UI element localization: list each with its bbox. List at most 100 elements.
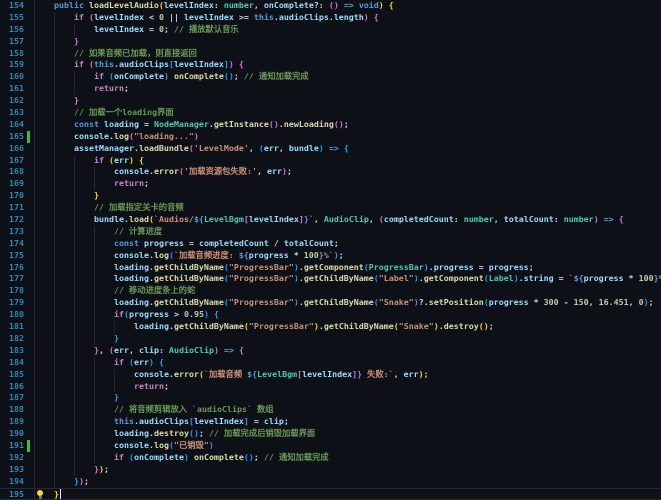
line-number[interactable]: 164	[0, 119, 24, 131]
code-line-186[interactable]: 186 return;	[0, 380, 661, 393]
code-line-159[interactable]: 159 if (this.audioClips[levelIndex]) {	[0, 59, 661, 72]
line-number[interactable]: 188	[0, 404, 24, 416]
line-number[interactable]: 179	[0, 297, 24, 309]
code-line-190[interactable]: 190 loading.destroy(); // 加载完成后销毁加载界面	[0, 428, 661, 440]
line-number[interactable]: 189	[0, 416, 24, 428]
code-line-188[interactable]: 188 // 将音频剪辑放入 `audioClips` 数组	[0, 404, 661, 417]
code-text[interactable]: }	[34, 488, 661, 500]
git-added-indicator[interactable]	[27, 130, 30, 143]
code-line-160[interactable]: 160 if (onComplete) onComplete(); // 通知加载…	[0, 71, 661, 84]
code-text[interactable]: return;	[34, 83, 661, 96]
code-text[interactable]: loading.getChildByName("ProgressBar").ge…	[34, 297, 661, 310]
code-text[interactable]: console.log("已销毁")	[34, 439, 661, 452]
code-line-173[interactable]: 173 // 计算进度	[0, 225, 661, 238]
line-number[interactable]: 168	[0, 166, 24, 178]
line-number[interactable]: 165	[0, 131, 24, 143]
code-line-154[interactable]: 154 public loadLevelAudio(levelIndex: num…	[0, 0, 661, 12]
code-text[interactable]: public loadLevelAudio(levelIndex: number…	[34, 0, 661, 12]
code-text[interactable]: const progress = completedCount / totalC…	[34, 237, 661, 250]
line-number[interactable]: 195	[0, 489, 24, 500]
code-line-155[interactable]: 155 if (levelIndex < 0 || levelIndex >= t…	[0, 11, 661, 24]
line-number[interactable]: 160	[0, 71, 24, 83]
code-text[interactable]: const loading = NodeManager.getInstance(…	[34, 118, 661, 131]
code-line-176[interactable]: 176 loading.getChildByName("ProgressBar")…	[0, 261, 661, 274]
code-line-172[interactable]: 172 bundle.load(`Audios/${LevelBgm[levelI…	[0, 214, 661, 226]
code-text[interactable]: if (err) {	[34, 154, 661, 167]
line-number[interactable]: 184	[0, 357, 24, 369]
code-line-191[interactable]: 191 console.log("已销毁")	[0, 439, 661, 452]
code-line-164[interactable]: 164 const loading = NodeManager.getInstan…	[0, 118, 661, 131]
code-line-163[interactable]: 163 // 加载一个loading界面	[0, 107, 661, 119]
code-text[interactable]: if (err) {	[34, 356, 661, 369]
code-line-177[interactable]: 177 loading.getChildByName("ProgressBar")…	[0, 273, 661, 286]
line-number[interactable]: 193	[0, 464, 24, 476]
code-line-181[interactable]: 181 loading.getChildByName("ProgressBar")…	[0, 321, 661, 333]
code-line-194[interactable]: 194});	[0, 475, 661, 488]
code-line-193[interactable]: 193});	[0, 463, 661, 476]
code-line-174[interactable]: 174 const progress = completedCount / tot…	[0, 237, 661, 250]
code-text[interactable]: return;	[34, 380, 661, 393]
code-text[interactable]: if (levelIndex < 0 || levelIndex >= this…	[34, 11, 661, 24]
line-number[interactable]: 181	[0, 321, 24, 333]
code-text[interactable]: }	[34, 392, 661, 405]
line-number[interactable]: 157	[0, 36, 24, 48]
code-text[interactable]: levelIndex = 0; // 播放默认音乐	[34, 23, 661, 36]
code-line-195[interactable]: 195}	[0, 487, 661, 500]
line-number[interactable]: 177	[0, 273, 24, 285]
code-line-156[interactable]: 156 levelIndex = 0; // 播放默认音乐	[0, 23, 661, 36]
code-text[interactable]: // 将音频剪辑放入 `audioClips` 数组	[34, 404, 661, 417]
code-text[interactable]: // 加载一个loading界面	[34, 107, 661, 119]
line-number[interactable]: 173	[0, 226, 24, 238]
code-line-187[interactable]: 187}	[0, 392, 661, 405]
line-number[interactable]: 174	[0, 238, 24, 250]
code-line-179[interactable]: 179 loading.getChildByName("ProgressBar")…	[0, 297, 661, 310]
line-number[interactable]: 169	[0, 178, 24, 190]
code-line-161[interactable]: 161 return;	[0, 83, 661, 96]
code-line-165[interactable]: 165 console.log("loading...")	[0, 130, 661, 143]
code-text[interactable]: console.error('加载资源包失败:', err);	[34, 166, 661, 179]
code-line-185[interactable]: 185 console.error(`加载音频 ${LevelBgm[levelI…	[0, 368, 661, 381]
line-number[interactable]: 191	[0, 440, 24, 452]
code-text[interactable]: console.log(`加载音频进度: ${progress * 100}%`…	[34, 249, 661, 262]
code-text[interactable]: loading.getChildByName("ProgressBar").ge…	[34, 273, 661, 286]
code-text[interactable]: // 加载指定关卡的音频	[34, 202, 661, 215]
line-number[interactable]: 161	[0, 83, 24, 95]
code-editor[interactable]: 154 public loadLevelAudio(levelIndex: num…	[0, 0, 661, 500]
line-number[interactable]: 163	[0, 107, 24, 119]
line-number[interactable]: 175	[0, 250, 24, 262]
line-number[interactable]: 183	[0, 345, 24, 357]
code-line-189[interactable]: 189 this.audioClips[levelIndex] = clip;	[0, 416, 661, 429]
code-text[interactable]: console.error(`加载音频 ${LevelBgm[levelInde…	[34, 368, 661, 381]
code-text[interactable]: if (this.audioClips[levelIndex]) {	[34, 59, 661, 72]
line-number[interactable]: 159	[0, 59, 24, 71]
code-line-157[interactable]: 157}	[0, 35, 661, 48]
line-number[interactable]: 154	[0, 0, 24, 12]
line-number[interactable]: 182	[0, 333, 24, 345]
code-text[interactable]: }	[34, 190, 661, 203]
line-number[interactable]: 185	[0, 369, 24, 381]
lightbulb-icon[interactable]	[37, 490, 43, 499]
git-added-indicator[interactable]	[27, 439, 30, 452]
line-number[interactable]: 166	[0, 143, 24, 155]
code-text[interactable]: }	[34, 332, 661, 345]
line-number[interactable]: 155	[0, 12, 24, 24]
code-text[interactable]: });	[34, 463, 661, 476]
code-text[interactable]: });	[34, 475, 661, 488]
code-line-166[interactable]: 166 assetManager.loadBundle('LevelMode', …	[0, 142, 661, 155]
code-text[interactable]: console.log("loading...")	[34, 130, 661, 143]
code-text[interactable]: }, (err, clip: AudioClip) => {	[34, 344, 661, 357]
line-number[interactable]: 162	[0, 95, 24, 107]
code-text[interactable]: loading.getChildByName("ProgressBar").ge…	[34, 321, 661, 333]
line-number[interactable]: 171	[0, 202, 24, 214]
line-number[interactable]: 170	[0, 190, 24, 202]
code-text[interactable]: bundle.load(`Audios/${LevelBgm[levelInde…	[34, 214, 661, 226]
code-line-178[interactable]: 178 // 移动进度条上的蛇	[0, 285, 661, 298]
code-text[interactable]: }	[34, 95, 661, 108]
code-line-175[interactable]: 175 console.log(`加载音频进度: ${progress * 100…	[0, 249, 661, 262]
line-number[interactable]: 158	[0, 48, 24, 60]
code-text[interactable]: // 如果音频已加载，则直接返回	[34, 47, 661, 60]
code-line-183[interactable]: 183 }, (err, clip: AudioClip) => {	[0, 344, 661, 357]
code-line-180[interactable]: 180 if(progress > 0.95) {	[0, 309, 661, 322]
line-number[interactable]: 186	[0, 381, 24, 393]
code-line-162[interactable]: 162}	[0, 95, 661, 108]
